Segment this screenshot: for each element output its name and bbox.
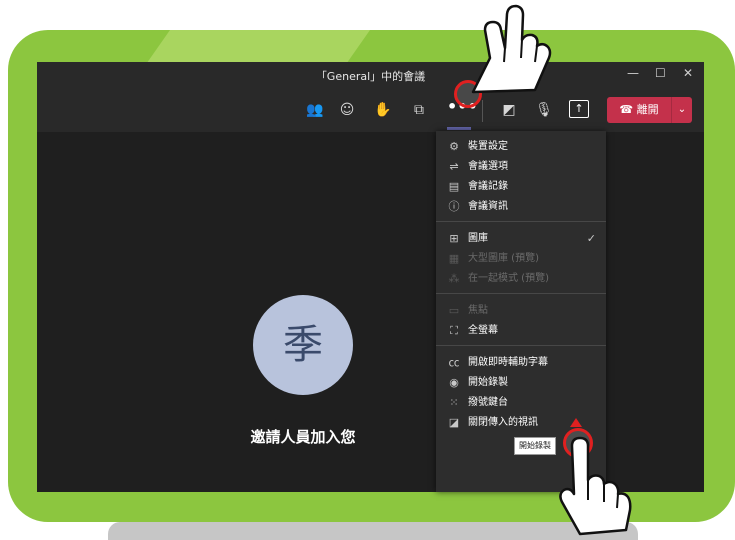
menu-item-icon: ▦ [448,252,460,265]
menu-item-label: 裝置設定 [468,141,508,152]
avatar: 季 [253,295,353,395]
menu-item[interactable]: ㏄開啟即時輔助字幕 [436,353,606,373]
meeting-toolbar: 👥 ☺ ✋ ⧉ ••• ◩ 🎙 ↑ ☎ 離開 ⌄ [37,88,704,132]
share-screen-button[interactable]: ↑ [569,100,589,118]
raise-hand-icon[interactable]: ✋ [373,100,393,120]
menu-item[interactable]: ⊞ 圖庫 ✓ [436,229,606,249]
menu-item-icon: ▭ [448,304,460,317]
menu-item-icon: ⛶ [450,324,458,337]
chat-icon[interactable]: ☺ [337,100,357,120]
people-icon[interactable]: 👥 [305,100,325,120]
menu-item-icon: ⁙ [449,396,459,409]
menu-divider [436,345,606,346]
leave-label: 離開 [636,103,659,116]
menu-item[interactable]: ◉ 開始錄製 [436,373,606,393]
menu-item[interactable]: ⁙ 撥號鍵台 [436,393,606,413]
window-title: 「General」中的會議 [315,70,426,83]
menu-item-label: 會議記錄 [468,181,508,192]
toolbar-divider [482,100,483,122]
maximize-button[interactable]: ☐ [655,66,666,80]
hand-pointer-icon [559,436,632,536]
menu-item-label: 在一起模式 (預覽) [468,273,549,284]
menu-item-label: 會議資訊 [468,201,508,212]
rooms-icon[interactable]: ⧉ [409,100,429,120]
microphone-icon[interactable]: 🎙 [534,100,554,120]
menu-item: ▦ 大型圖庫 (預覽) [436,249,606,269]
menu-item[interactable]: ⇌ 會議選項 [436,157,606,177]
menu-item-icon: ⁂ [448,272,460,285]
menu-item-label: 圖庫 [468,233,488,244]
menu-item[interactable]: ⛶ 全螢幕 [436,321,606,341]
title-bar: 「General」中的會議 — ☐ ✕ [37,62,704,88]
menu-item-icon: ⓘ [448,200,460,213]
minimize-button[interactable]: — [627,66,639,80]
phone-icon: ☎ [619,103,634,116]
invite-text: 邀請人員加入您 [250,428,356,446]
record-tooltip: 開始錄製 [514,437,556,455]
menu-item-label: 撥號鍵台 [468,397,508,408]
menu-item: ▭ 焦點 [436,301,606,321]
leave-dropdown-button[interactable]: ⌄ [671,97,692,123]
menu-item-label: 開始錄製 [468,377,508,388]
checkmark-icon: ✓ [586,232,596,245]
menu-item-icon: ㏄ [448,356,460,369]
menu-item[interactable]: ⚙ 裝置設定 [436,137,606,157]
pointer-arrow-icon [570,418,582,427]
leave-button[interactable]: ☎ 離開 [607,97,671,123]
hand-pointer-icon [471,4,552,94]
menu-item[interactable]: ▤ 會議記錄 [436,177,606,197]
menu-item-icon: ⇌ [449,160,459,173]
menu-item-label: 會議選項 [468,161,508,172]
camera-off-icon[interactable]: ◩ [499,100,519,120]
menu-item: ⁂ 在一起模式 (預覽) [436,269,606,289]
close-button[interactable]: ✕ [683,66,693,80]
menu-item[interactable]: ⓘ 會議資訊 [436,197,606,217]
menu-item-icon: ▤ [448,180,460,193]
menu-divider [436,221,606,222]
menu-item-label: 大型圖庫 (預覽) [468,253,539,264]
menu-item-label: 開啟即時輔助字幕 [468,357,548,368]
menu-item-icon: ⚙ [449,140,459,153]
menu-divider [436,293,606,294]
menu-item-label: 關閉傳入的視訊 [468,417,538,428]
menu-item-label: 焦點 [468,305,488,316]
menu-item-label: 全螢幕 [468,325,498,336]
menu-item-icon: ◪ [448,416,460,429]
menu-item-icon: ◉ [449,376,459,389]
more-actions-active-indicator [447,127,471,130]
menu-item-icon: ⊞ [449,232,459,245]
